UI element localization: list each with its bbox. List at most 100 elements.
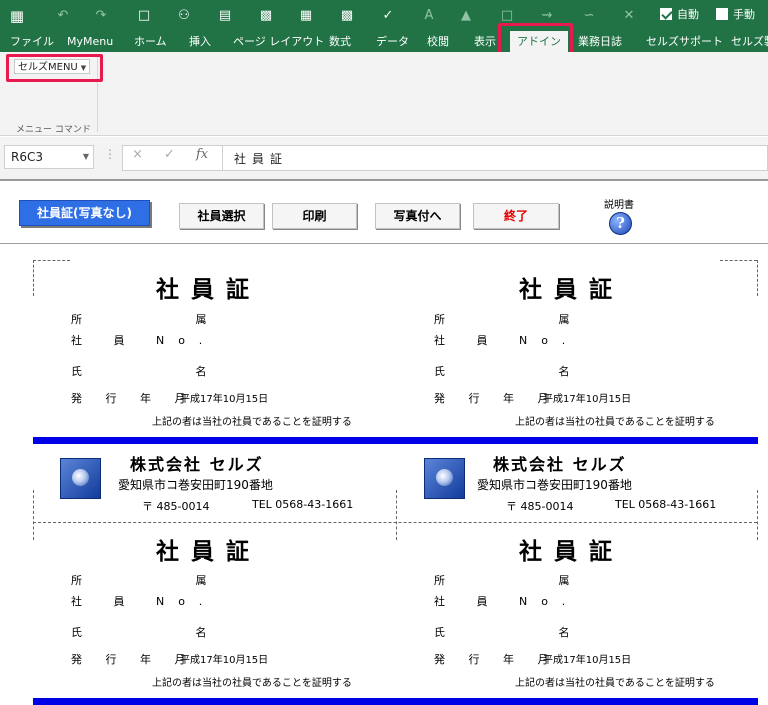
menu-highlight-box	[6, 54, 103, 82]
auto-calc-label: 自動	[677, 8, 699, 21]
crop-mark	[33, 490, 34, 540]
manual-label: 説明書	[604, 200, 634, 211]
issue-date-label: 発 行 年 月	[71, 653, 196, 666]
ribbon-tabs: ファイル MyMenu ホーム 挿入 ページ レイアウト 数式 データ 校閲 表…	[0, 31, 768, 52]
postal-code: 〒 485-0014	[142, 500, 210, 513]
card-title: 社員証	[156, 276, 261, 303]
print-preview-icon[interactable]: ⚇	[175, 6, 193, 26]
name-label: 氏 名	[434, 626, 625, 639]
card-divider	[33, 522, 757, 523]
certify-text: 上記の者は当社の社員であることを証明する	[152, 417, 352, 428]
tab-cells-products[interactable]: セルズ製	[731, 31, 768, 52]
name-label: 氏 名	[71, 626, 262, 639]
tools-icon[interactable]: ✕	[620, 6, 638, 26]
tab-mymenu[interactable]: MyMenu	[67, 31, 113, 52]
crop-mark	[720, 260, 757, 261]
photo-none-button[interactable]: 社員証(写真なし)	[19, 200, 150, 226]
tab-review[interactable]: 校閲	[427, 31, 449, 52]
employee-no-label: 社 員 No.	[434, 334, 580, 347]
quick-access-toolbar: ▦ ↶ ↷ □ ⚇ ▤ ▩ ▦ ▩ ✓ A ▲ □ ⇝ ∽ ✕ 自動 手動	[0, 0, 768, 31]
blue-band	[33, 437, 758, 444]
insert-function-icon[interactable]: fx	[196, 147, 208, 162]
company-logo	[424, 458, 465, 499]
print-button[interactable]: 印刷	[272, 203, 357, 229]
fill-color-icon[interactable]: ▲	[457, 6, 475, 26]
tab-file[interactable]: ファイル	[10, 31, 54, 52]
issue-date-value: 平成17年10月15日	[180, 394, 269, 405]
tab-view[interactable]: 表示	[474, 31, 496, 52]
open-folder-icon[interactable]: ▤	[216, 6, 234, 26]
manual-calc-checkbox[interactable]	[716, 8, 728, 20]
new-file-icon[interactable]: □	[135, 6, 153, 26]
certify-text: 上記の者は当社の社員であることを証明する	[515, 417, 715, 428]
crop-mark	[396, 490, 397, 540]
tab-page-layout[interactable]: ページ レイアウト	[233, 31, 324, 52]
calculator-icon[interactable]: ▦	[297, 6, 315, 26]
auto-calc-checkbox[interactable]	[660, 8, 672, 20]
formula-input-box[interactable]	[122, 145, 768, 171]
company-name: 株式会社 セルズ	[493, 455, 627, 474]
exit-button[interactable]: 終了	[473, 203, 559, 229]
tab-formulas[interactable]: 数式	[329, 31, 351, 52]
issue-date-value: 平成17年10月15日	[180, 655, 269, 666]
card-title: 社員証	[156, 538, 261, 565]
formula-value[interactable]: 社員証	[234, 150, 288, 167]
font-color-icon[interactable]: A	[420, 6, 438, 26]
company-address: 愛知県市コ巻安田町190番地	[118, 478, 273, 492]
crop-mark	[33, 260, 70, 261]
ribbon-group-label: メニュー コマンド	[16, 125, 91, 135]
tab-insert[interactable]: 挿入	[189, 31, 211, 52]
connector-icon[interactable]: ∽	[580, 6, 598, 26]
save-icon[interactable]: ▦	[8, 6, 26, 26]
tab-data[interactable]: データ	[376, 31, 409, 52]
dept-label: 所 属	[434, 574, 625, 587]
camera-icon[interactable]: ▩	[257, 6, 275, 26]
name-label: 氏 名	[71, 365, 262, 378]
name-box[interactable]: R6C3 ▼	[4, 145, 94, 169]
employee-no-label: 社 員 No.	[71, 334, 217, 347]
select-employee-button[interactable]: 社員選択	[179, 203, 264, 229]
table-icon[interactable]: ▩	[338, 6, 356, 26]
crop-mark	[757, 260, 758, 296]
formula-bar-grip[interactable]: ⋮	[104, 147, 116, 161]
redo-icon[interactable]: ↷	[92, 6, 110, 26]
enter-icon[interactable]: ✓	[164, 147, 175, 162]
postal-code: 〒 485-0014	[506, 500, 574, 513]
tab-business-diary[interactable]: 業務日誌	[578, 31, 622, 52]
dept-label: 所 属	[434, 313, 625, 326]
cancel-icon[interactable]: ×	[132, 147, 143, 162]
certify-text: 上記の者は当社の社員であることを証明する	[152, 678, 352, 689]
ribbon-panel: セルズMENU ▼ メニュー コマンド	[0, 52, 768, 136]
crop-mark	[757, 490, 758, 540]
issue-date-value: 平成17年10月15日	[543, 394, 632, 405]
crop-mark	[33, 260, 34, 296]
blue-band	[33, 698, 758, 705]
issue-date-value: 平成17年10月15日	[543, 655, 632, 666]
issue-date-label: 発 行 年 月	[434, 653, 559, 666]
help-icon[interactable]: ?	[609, 212, 632, 235]
card-title: 社員証	[519, 538, 624, 565]
tab-home[interactable]: ホーム	[134, 31, 167, 52]
name-box-value: R6C3	[11, 150, 43, 164]
brush-icon[interactable]: ✓	[379, 6, 397, 26]
undo-icon[interactable]: ↶	[54, 6, 72, 26]
company-address: 愛知県市コ巻安田町190番地	[477, 478, 632, 492]
phone-number: TEL 0568-43-1661	[615, 498, 717, 511]
company-logo	[60, 458, 101, 499]
issue-date-label: 発 行 年 月	[434, 392, 559, 405]
certify-text: 上記の者は当社の社員であることを証明する	[515, 678, 715, 689]
formula-separator	[222, 145, 223, 171]
dept-label: 所 属	[71, 313, 262, 326]
card-title: 社員証	[519, 276, 624, 303]
phone-number: TEL 0568-43-1661	[252, 498, 354, 511]
company-name: 株式会社 セルズ	[130, 455, 264, 474]
with-photo-button[interactable]: 写真付へ	[375, 203, 460, 229]
chevron-down-icon: ▼	[82, 152, 89, 161]
formula-bar: R6C3 ▼ ⋮ × ✓ fx 社員証	[0, 137, 768, 179]
header-divider	[0, 243, 768, 244]
tab-cells-support[interactable]: セルズサポート	[646, 31, 723, 52]
issue-date-label: 発 行 年 月	[71, 392, 196, 405]
name-label: 氏 名	[434, 365, 625, 378]
dept-label: 所 属	[71, 574, 262, 587]
employee-no-label: 社 員 No.	[434, 595, 580, 608]
